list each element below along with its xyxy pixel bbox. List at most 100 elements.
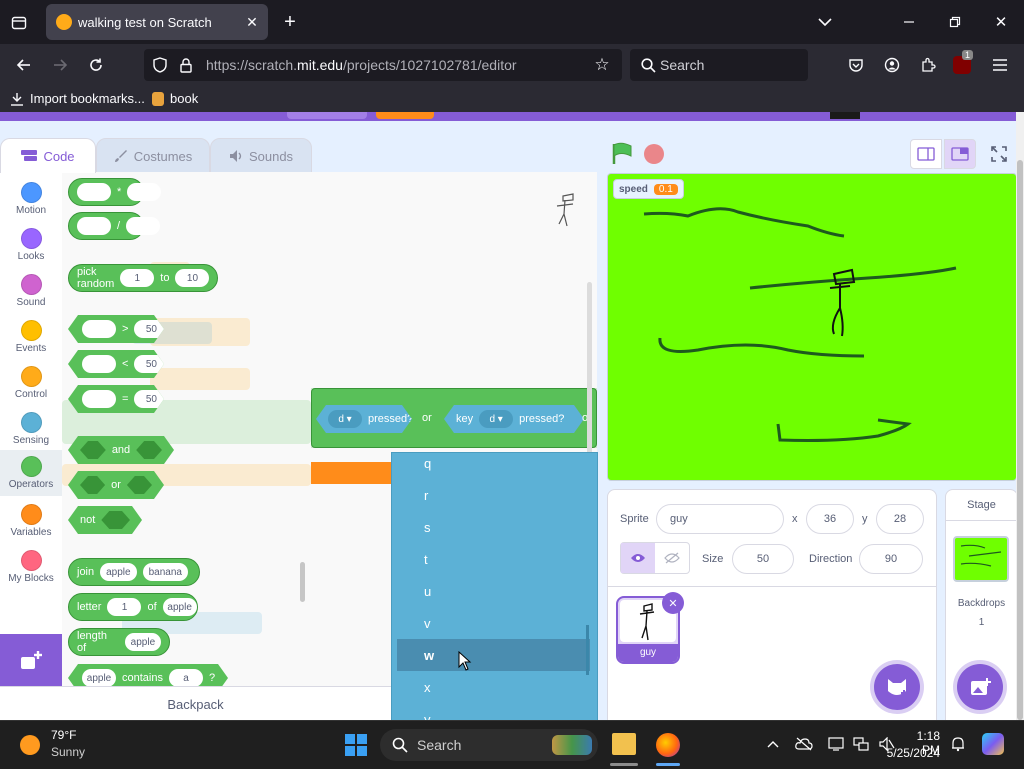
- account-icon[interactable]: [881, 54, 903, 76]
- new-tab-plus-icon[interactable]: +: [279, 11, 301, 33]
- tab-sounds[interactable]: Sounds: [210, 138, 312, 174]
- dropdown-item-t[interactable]: t: [424, 552, 428, 567]
- star-icon[interactable]: ☆: [592, 55, 612, 75]
- random-to-slot[interactable]: 10: [175, 269, 210, 287]
- or-block[interactable]: or: [68, 471, 164, 499]
- chevron-down-icon[interactable]: [814, 11, 836, 33]
- copilot-icon[interactable]: [982, 733, 1004, 755]
- clock-date[interactable]: 5/25/2024: [880, 746, 940, 760]
- firefox-icon[interactable]: [656, 733, 680, 757]
- dropdown-item-w[interactable]: w: [424, 648, 434, 663]
- length-of-block[interactable]: length of apple: [68, 628, 170, 656]
- file-explorer-icon[interactable]: [612, 733, 636, 755]
- key-pressed-block-2[interactable]: key d ▾ pressed?: [444, 405, 584, 433]
- category-my-blocks[interactable]: My Blocks: [0, 544, 62, 590]
- window-close-icon[interactable]: ✕: [990, 11, 1012, 33]
- dropdown-item-u[interactable]: u: [424, 584, 431, 599]
- direction-input[interactable]: 90: [859, 544, 923, 574]
- category-control[interactable]: Control: [0, 360, 62, 406]
- taskbar-search[interactable]: Search: [380, 729, 598, 761]
- url-bar[interactable]: https://scratch.mit.edu/projects/1027102…: [144, 49, 622, 81]
- fullscreen-icon[interactable]: [987, 142, 1011, 166]
- contains-word-slot[interactable]: apple: [82, 669, 116, 686]
- windows-start-icon[interactable]: [344, 733, 368, 757]
- letter-of-block[interactable]: letter 1 of apple: [68, 593, 198, 621]
- show-eye-icon[interactable]: [621, 543, 655, 573]
- equals-block[interactable]: = 50: [68, 385, 164, 413]
- chevron-up-icon[interactable]: [763, 734, 783, 754]
- back-arrow-icon[interactable]: [13, 54, 35, 76]
- random-from-slot[interactable]: 1: [120, 269, 155, 287]
- puzzle-icon[interactable]: [917, 54, 939, 76]
- dropdown-item-x[interactable]: x: [424, 680, 431, 695]
- choose-sprite-button[interactable]: [874, 664, 920, 710]
- backdrop-thumbnail[interactable]: [953, 536, 1009, 582]
- letter-word-slot[interactable]: apple: [162, 598, 197, 616]
- tab-costumes[interactable]: Costumes: [96, 138, 210, 174]
- join-b-slot[interactable]: banana: [142, 563, 188, 581]
- tab-code[interactable]: Code: [0, 138, 96, 173]
- screen-icon[interactable]: [826, 734, 846, 754]
- join-a-slot[interactable]: apple: [100, 563, 137, 581]
- divide-block[interactable]: /: [68, 212, 161, 240]
- dropdown-item-s[interactable]: s: [424, 520, 431, 535]
- key-pressed-block-1[interactable]: d ▾ pressed?: [316, 405, 412, 433]
- reload-icon[interactable]: [85, 54, 107, 76]
- dropdown-item-q[interactable]: q: [424, 456, 431, 471]
- sprite-name-input[interactable]: guy: [656, 504, 784, 534]
- join-block[interactable]: join apple banana: [68, 558, 200, 586]
- hide-eye-icon[interactable]: [655, 543, 689, 573]
- contains-letter-slot[interactable]: a: [169, 669, 203, 686]
- stage-selector-pane[interactable]: Stage Backdrops 1: [945, 489, 1016, 720]
- category-motion[interactable]: Motion: [0, 176, 62, 222]
- greater-than-block[interactable]: >50: [68, 315, 164, 343]
- weather-description[interactable]: Sunny: [51, 745, 85, 759]
- menu-button[interactable]: [287, 112, 367, 119]
- x-input[interactable]: 36: [806, 504, 854, 534]
- category-sensing[interactable]: Sensing: [0, 406, 62, 452]
- lock-icon[interactable]: [176, 55, 196, 75]
- and-block[interactable]: and: [68, 436, 174, 464]
- category-looks[interactable]: Looks: [0, 222, 62, 268]
- tab-list-icon[interactable]: [8, 12, 30, 34]
- dropdown-item-v[interactable]: v: [424, 616, 431, 631]
- weather-temperature[interactable]: 79°F: [51, 728, 76, 742]
- key-dropdown-2[interactable]: d ▾: [479, 410, 513, 428]
- and-or-condition-block[interactable]: d ▾ pressed? or key d ▾ pressed? or: [311, 388, 597, 448]
- category-sound[interactable]: Sound: [0, 268, 62, 314]
- less-than-block[interactable]: <50: [68, 350, 164, 378]
- bookmark-import[interactable]: Import bookmarks...: [10, 91, 145, 106]
- choose-backdrop-button[interactable]: [957, 664, 1003, 710]
- length-word-slot[interactable]: apple: [124, 633, 161, 651]
- key-dropdown-1[interactable]: d ▾: [328, 410, 362, 428]
- category-variables[interactable]: Variables: [0, 498, 62, 544]
- palette-scrollbar[interactable]: [300, 562, 305, 602]
- shield-icon[interactable]: [150, 55, 170, 75]
- y-input[interactable]: 28: [876, 504, 924, 534]
- browser-search-box[interactable]: Search: [630, 49, 808, 81]
- normal-stage-button[interactable]: [944, 139, 976, 169]
- stop-icon[interactable]: [644, 144, 664, 164]
- not-block[interactable]: not: [68, 506, 142, 534]
- weather-sun-icon[interactable]: [20, 735, 40, 755]
- page-scrollbar-thumb[interactable]: [1017, 160, 1023, 720]
- backpack[interactable]: Backpack: [0, 686, 391, 720]
- contains-block[interactable]: apple contains a?: [68, 664, 228, 686]
- dropdown-item-r[interactable]: r: [424, 488, 428, 503]
- hamburger-icon[interactable]: [989, 54, 1011, 76]
- letter-index-slot[interactable]: 1: [107, 598, 142, 616]
- category-operators[interactable]: Operators: [0, 450, 62, 496]
- notification-bell-icon[interactable]: [948, 734, 968, 754]
- cloud-offline-icon[interactable]: [794, 734, 814, 754]
- green-flag-icon[interactable]: [611, 142, 633, 166]
- bookmark-book[interactable]: book: [152, 91, 198, 106]
- small-stage-button[interactable]: [910, 139, 942, 169]
- add-extension-button[interactable]: [0, 634, 62, 686]
- network-icon[interactable]: [851, 734, 871, 754]
- tab-close-icon[interactable]: ✕: [242, 12, 262, 32]
- minimize-icon[interactable]: [898, 11, 920, 33]
- pick-random-block[interactable]: pick random 1 to 10: [68, 264, 218, 292]
- pocket-icon[interactable]: [845, 54, 867, 76]
- browser-tab-active[interactable]: walking test on Scratch ✕: [46, 4, 268, 40]
- delete-sprite-trash-icon[interactable]: ✕: [662, 592, 684, 614]
